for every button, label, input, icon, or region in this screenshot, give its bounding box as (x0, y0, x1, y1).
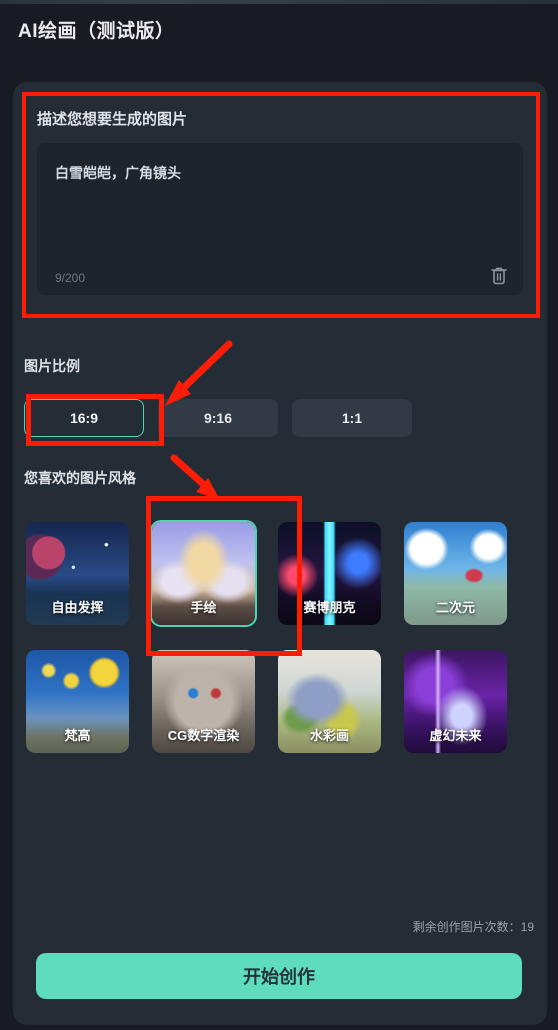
ratio-options: 16:9 9:16 1:1 (24, 399, 412, 437)
character-counter: 9/200 (55, 271, 86, 285)
style-card-anime[interactable]: 二次元 (402, 520, 509, 627)
prompt-input[interactable]: 白雪皑皑，广角镜头 9/200 (37, 143, 523, 295)
page-title: AI绘画（测试版） (18, 21, 175, 42)
ai-drawing-screen: AI绘画（测试版） 描述您想要生成的图片 白雪皑皑，广角镜头 9/200 图片比… (0, 0, 558, 1030)
ratio-section-label: 图片比例 (24, 358, 80, 374)
ratio-option-9-16[interactable]: 9:16 (158, 399, 278, 437)
style-label-vangogh: 梵高 (64, 728, 91, 743)
trash-icon[interactable] (489, 265, 509, 287)
style-card-cg-render[interactable]: CG数字渲染 (150, 648, 257, 755)
style-card-watercolor[interactable]: 水彩画 (276, 648, 383, 755)
style-label-cyberpunk: 赛博朋克 (303, 600, 356, 615)
style-card-handdrawn[interactable]: 手绘 (150, 520, 257, 627)
style-card-cyberpunk[interactable]: 赛博朋克 (276, 520, 383, 627)
style-options: 自由发挥 手绘 赛博朋克 二次元 梵高 CG数字渲染 水彩画 虚幻未来 (24, 520, 509, 755)
prompt-block: 描述您想要生成的图片 白雪皑皑，广角镜头 9/200 (23, 94, 537, 312)
start-creation-button[interactable]: 开始创作 (36, 953, 522, 999)
status-bar (0, 0, 558, 4)
prompt-value[interactable]: 白雪皑皑，广角镜头 (55, 163, 505, 183)
ratio-option-16-9[interactable]: 16:9 (24, 399, 144, 437)
style-label-cg-render: CG数字渲染 (167, 728, 240, 743)
style-card-free[interactable]: 自由发挥 (24, 520, 131, 627)
style-label-handdrawn: 手绘 (190, 600, 217, 615)
style-card-vangogh[interactable]: 梵高 (24, 648, 131, 755)
style-label-future: 虚幻未来 (429, 728, 482, 743)
ratio-option-1-1[interactable]: 1:1 (292, 399, 412, 437)
style-label-anime: 二次元 (435, 600, 475, 615)
remaining-count: 剩余创作图片次数：19 (412, 920, 534, 934)
style-label-free: 自由发挥 (51, 600, 104, 615)
style-card-future[interactable]: 虚幻未来 (402, 648, 509, 755)
prompt-label: 描述您想要生成的图片 (37, 111, 188, 128)
style-section-label: 您喜欢的图片风格 (24, 470, 136, 486)
style-label-watercolor: 水彩画 (309, 728, 349, 743)
